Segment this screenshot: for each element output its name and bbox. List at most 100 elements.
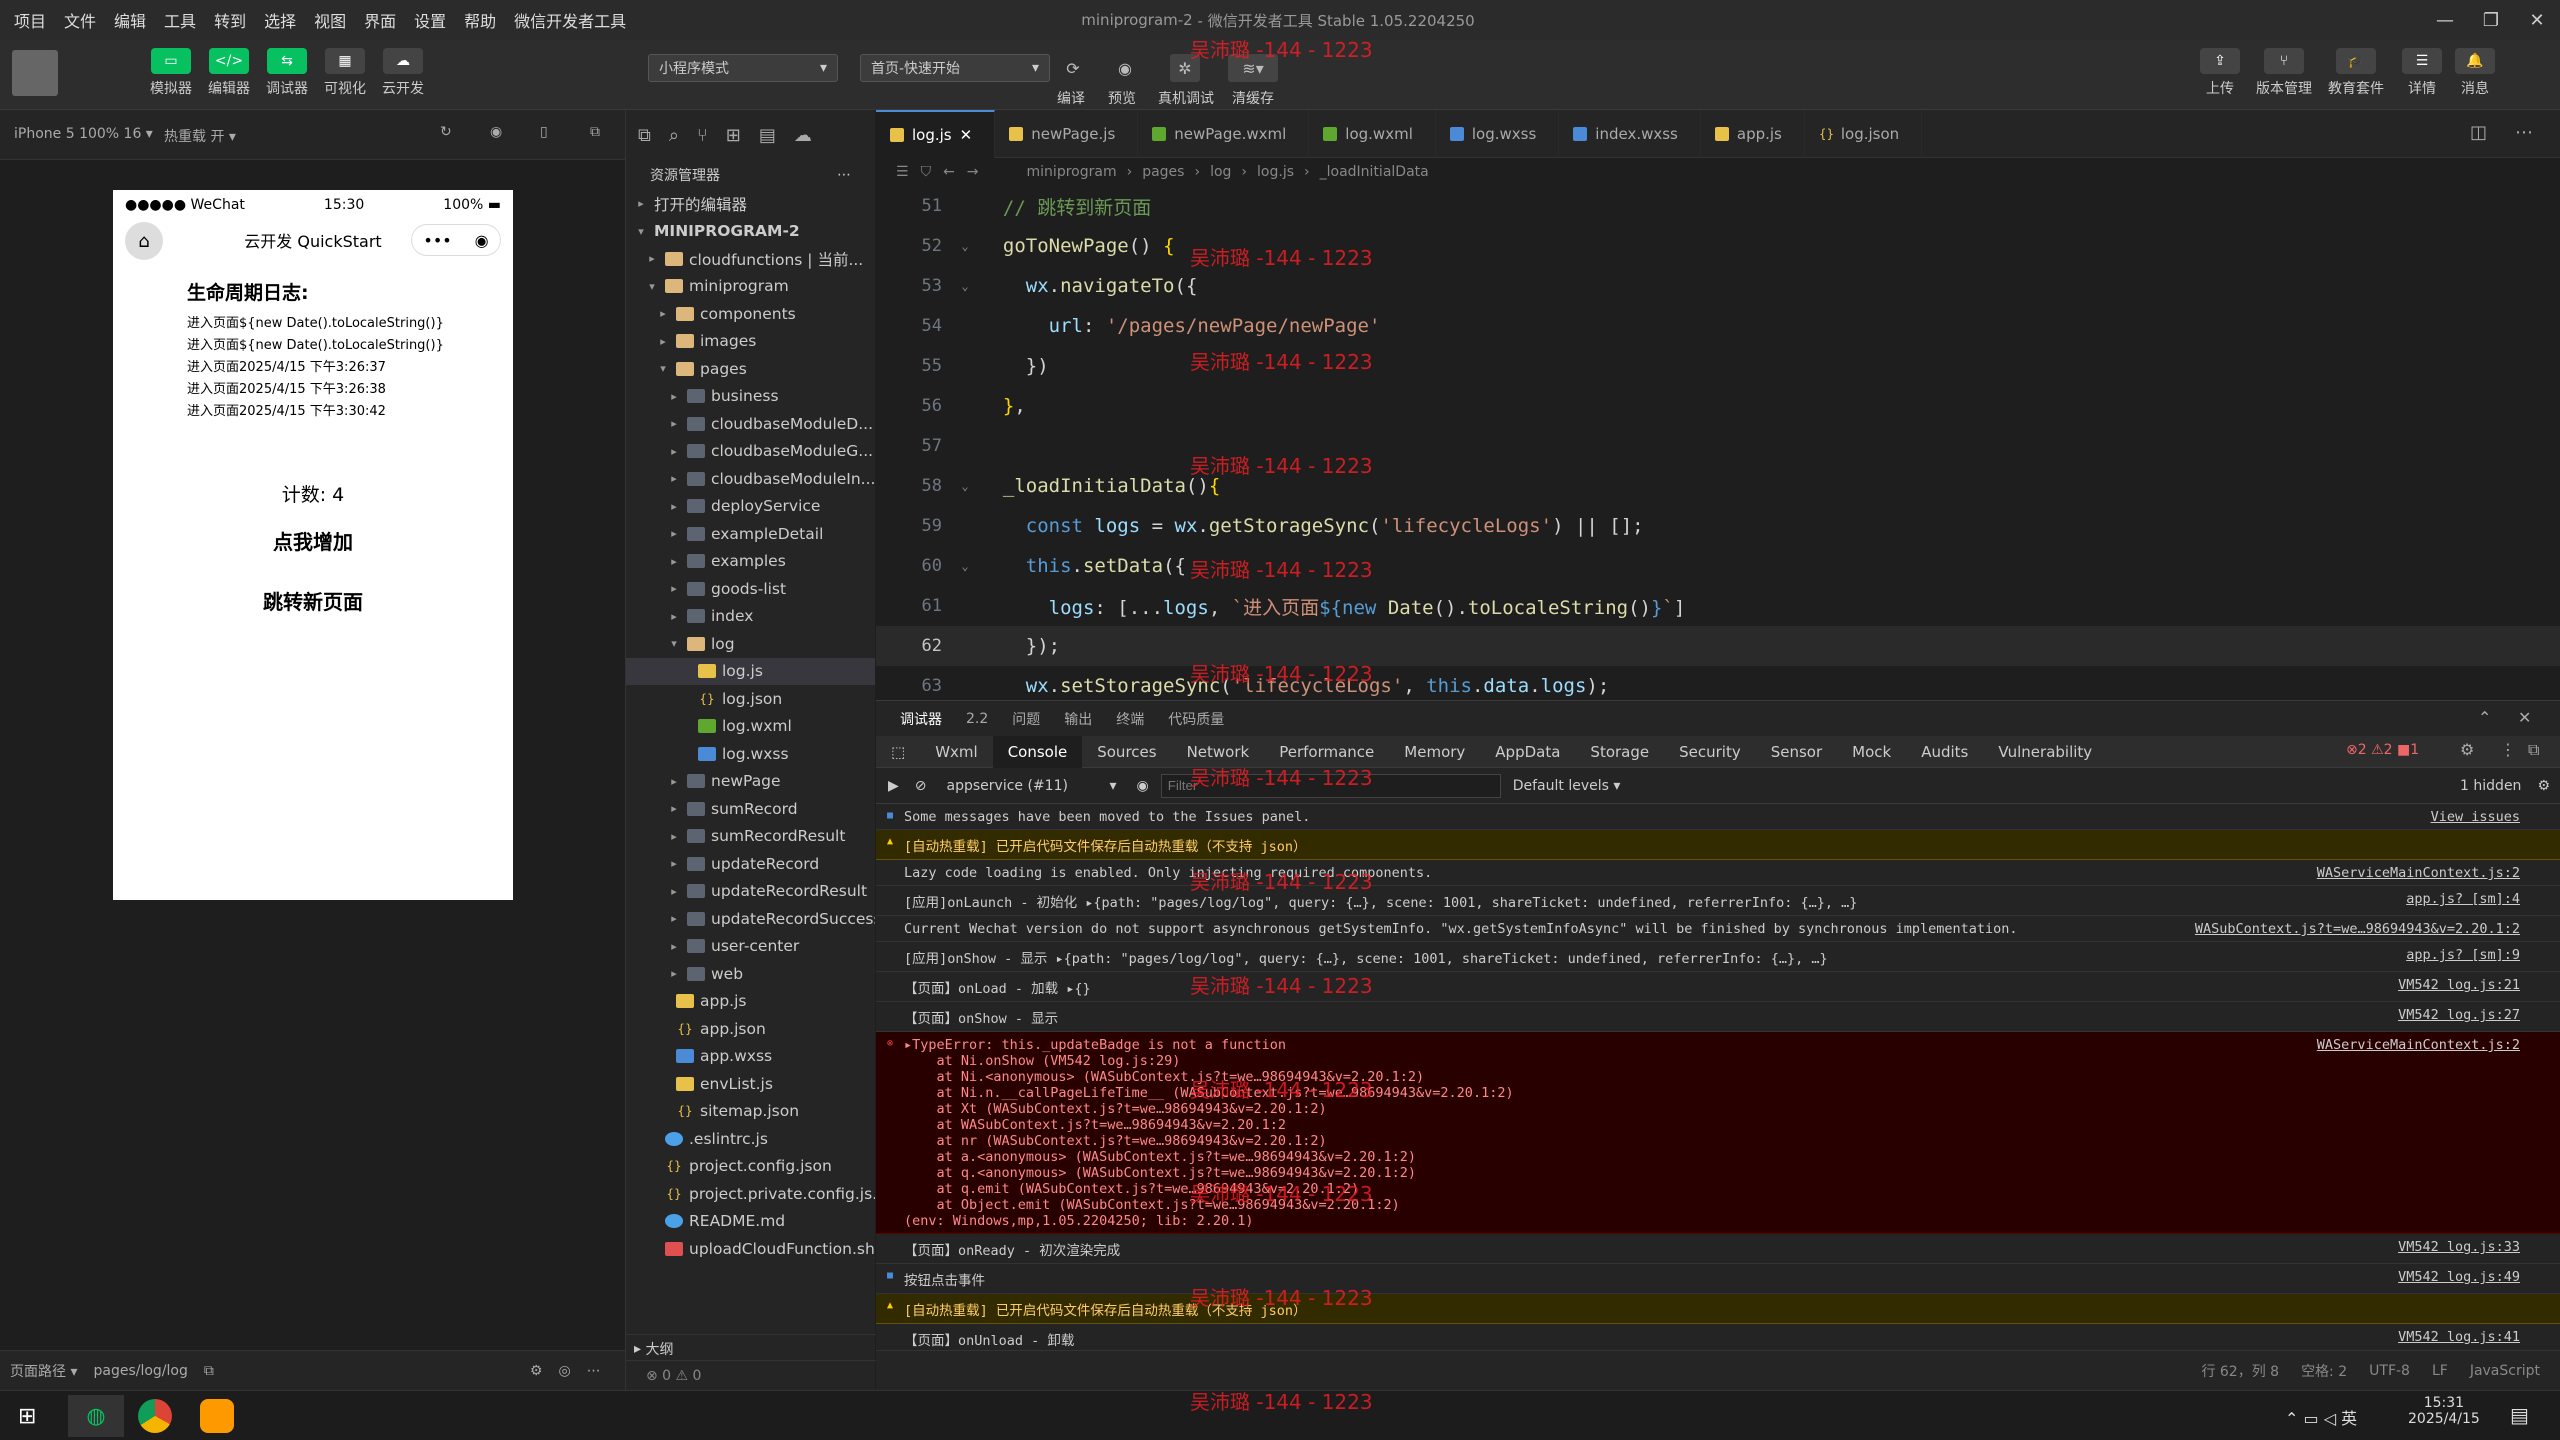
console-message[interactable]: ■ Some messages have been moved to the Is… <box>876 804 2560 830</box>
problems-summary[interactable]: ⊗ 0 ⚠ 0 <box>626 1360 876 1390</box>
code-line[interactable]: 61 logs: [...logs, `进入页面${new Date().toL… <box>876 586 2560 626</box>
tree-item[interactable]: ▸ cloudbaseModuleIn... <box>626 465 875 493</box>
context-select[interactable]: appservice (#11) ▾ <box>947 778 1117 794</box>
notification-icon[interactable]: ▤ <box>2510 1403 2529 1427</box>
toolbar-action-label[interactable]: 编译 <box>1057 88 1085 108</box>
inspect-icon[interactable]: ⬚ <box>876 736 920 768</box>
tree-item[interactable]: ▸ sumRecordResult <box>626 823 875 851</box>
eye-icon[interactable]: ◉ <box>1110 54 1140 82</box>
hot-reload-toggle[interactable]: 热重载 开 ▾ <box>164 126 236 146</box>
toolbar-action-label[interactable]: 清缓存 <box>1232 88 1274 108</box>
back-icon[interactable]: ← <box>943 164 955 180</box>
tree-item[interactable]: ▾ pages <box>626 355 875 383</box>
devtools-tab[interactable]: Mock <box>1837 736 1906 768</box>
menu-item[interactable]: 转到 <box>214 8 246 32</box>
minimize-icon[interactable]: — <box>2422 0 2468 40</box>
devtools-tab[interactable]: Security <box>1664 736 1756 768</box>
toolbar-right-button-0[interactable]: ⇪ 上传 <box>2200 48 2240 98</box>
code-line[interactable]: 62 }); <box>876 626 2560 666</box>
code-line[interactable]: 59 const logs = wx.getStorageSync('lifec… <box>876 506 2560 546</box>
console-source-link[interactable]: app.js? [sm]:4 <box>2406 891 2520 907</box>
devtools-tab[interactable]: Wxml <box>920 736 993 768</box>
sidebar-icon[interactable]: ▶ <box>888 778 899 794</box>
toolbar-button-2[interactable]: ⇆ 调试器 <box>266 48 308 98</box>
more-icon[interactable]: ••• <box>423 231 451 250</box>
status-item[interactable]: UTF-8 <box>2369 1363 2410 1379</box>
gear-icon[interactable]: ⚙ <box>2537 778 2550 794</box>
tab-index.wxss[interactable]: index.wxss <box>1559 110 1701 158</box>
toolbar-button-3[interactable]: ▦ 可视化 <box>324 48 366 98</box>
panel-tab[interactable]: 终端 <box>1116 709 1144 729</box>
tree-item[interactable]: .eslintrc.js <box>626 1125 875 1153</box>
tree-item[interactable]: {} sitemap.json <box>626 1098 875 1126</box>
code-line[interactable]: 58 ⌄ _loadInitialData(){ <box>876 466 2560 506</box>
tree-item[interactable]: {} log.json <box>626 685 875 713</box>
tree-item[interactable]: ▸ updateRecord <box>626 850 875 878</box>
tray-icons[interactable]: ⌃ ▭ ◁ 英 <box>2285 1405 2357 1429</box>
tree-item[interactable]: app.wxss <box>626 1043 875 1071</box>
status-item[interactable]: 行 62，列 8 <box>2201 1361 2279 1381</box>
menu-item[interactable]: 视图 <box>314 8 346 32</box>
fold-icon[interactable]: ⌄ <box>950 279 980 293</box>
code-line[interactable]: 55 }) <box>876 346 2560 386</box>
forward-icon[interactable]: → <box>967 164 979 180</box>
tree-item[interactable]: log.wxss <box>626 740 875 768</box>
device-select[interactable]: iPhone 5 100% 16 ▾ <box>14 126 153 142</box>
devtools-tab[interactable]: Console <box>992 735 1083 768</box>
settings-icon[interactable]: ⚙ <box>530 1363 543 1379</box>
menu-item[interactable]: 工具 <box>164 8 196 32</box>
toolbar-action-label[interactable]: 真机调试 <box>1158 88 1214 108</box>
panel-tab[interactable]: 调试器 <box>900 709 942 729</box>
code-line[interactable]: 56 }, <box>876 386 2560 426</box>
menu-item[interactable]: 编辑 <box>114 8 146 32</box>
wechat-devtools-taskbar-icon[interactable]: ◍ <box>68 1395 124 1437</box>
console-message[interactable]: ▲ [自动热重载] 已开启代码文件保存后自动热重载（不支持 json） <box>876 1294 2560 1324</box>
tree-item[interactable]: ▸ business <box>626 383 875 411</box>
tab-app.js[interactable]: app.js <box>1701 110 1805 158</box>
collapse-icon[interactable]: ⌃ <box>2478 708 2491 727</box>
tree-item[interactable]: envList.js <box>626 1070 875 1098</box>
console-source-link[interactable]: VM542 log.js:21 <box>2398 977 2520 993</box>
popout-icon[interactable]: ⧉ <box>590 124 600 140</box>
breadcrumb-item[interactable]: log.js <box>1257 164 1294 180</box>
tree-item[interactable]: ▾ miniprogram <box>626 273 875 301</box>
console-source-link[interactable]: VM542 log.js:33 <box>2398 1239 2520 1255</box>
console-message[interactable]: [应用]onShow - 显示 ▸{path: "pages/log/log",… <box>876 942 2560 972</box>
increment-button[interactable]: 点我增加 <box>113 526 513 555</box>
navigate-button[interactable]: 跳转新页面 <box>113 586 513 615</box>
console-source-link[interactable]: app.js? [sm]:9 <box>2406 947 2520 963</box>
tree-item[interactable]: {} project.config.json <box>626 1153 875 1181</box>
console-message[interactable]: ⊗ ▸TypeError: this._updateBadge is not a … <box>876 1032 2560 1234</box>
menu-item[interactable]: 文件 <box>64 8 96 32</box>
clear-icon[interactable]: ⊘ <box>915 778 927 794</box>
tree-item[interactable]: ▸ index <box>626 603 875 631</box>
console-source-link[interactable]: VM542 log.js:27 <box>2398 1007 2520 1023</box>
tree-item[interactable]: ▸ goods-list <box>626 575 875 603</box>
tree-item[interactable]: ▸ newPage <box>626 768 875 796</box>
home-icon[interactable]: ⌂ <box>125 222 163 260</box>
close-icon[interactable]: ✕ <box>2514 0 2560 40</box>
mode-select[interactable]: 小程序模式 ▾ <box>648 54 838 82</box>
maximize-icon[interactable]: ❐ <box>2468 0 2514 40</box>
code-line[interactable]: 57 <box>876 426 2560 466</box>
record-icon[interactable]: ◉ <box>490 124 502 140</box>
toolbar-right-button-3[interactable]: ☰ 详情 <box>2402 48 2442 98</box>
panel-tab[interactable]: 输出 <box>1064 709 1092 729</box>
tree-item[interactable]: ▸ cloudfunctions | 当前... <box>626 245 875 273</box>
toolbar-right-button-1[interactable]: ⑂ 版本管理 <box>2256 48 2312 98</box>
devtools-tab[interactable]: Sources <box>1082 736 1171 768</box>
tree-item[interactable]: uploadCloudFunction.sh <box>626 1235 875 1263</box>
refresh-icon[interactable]: ⟳ <box>1058 54 1088 82</box>
tree-item[interactable]: README.md <box>626 1208 875 1236</box>
code-line[interactable]: 52 ⌄ goToNewPage() { <box>876 226 2560 266</box>
open-editors-section[interactable]: ▸ 打开的编辑器 <box>626 190 875 218</box>
chrome-icon[interactable] <box>138 1399 172 1433</box>
tree-item[interactable]: ▸ user-center <box>626 933 875 961</box>
panel-tab[interactable]: 2.2 <box>966 711 988 727</box>
tab-log.js[interactable]: log.js ✕ <box>876 110 996 158</box>
tree-item[interactable]: ▸ cloudbaseModuleG... <box>626 438 875 466</box>
close-circle-icon[interactable]: ◉ <box>475 231 489 250</box>
devtools-counts[interactable]: ⊗2 ⚠2 ■1 <box>2346 742 2419 758</box>
devtools-tab[interactable]: Sensor <box>1756 736 1837 768</box>
extensions-icon[interactable]: ⊞ <box>726 125 741 146</box>
